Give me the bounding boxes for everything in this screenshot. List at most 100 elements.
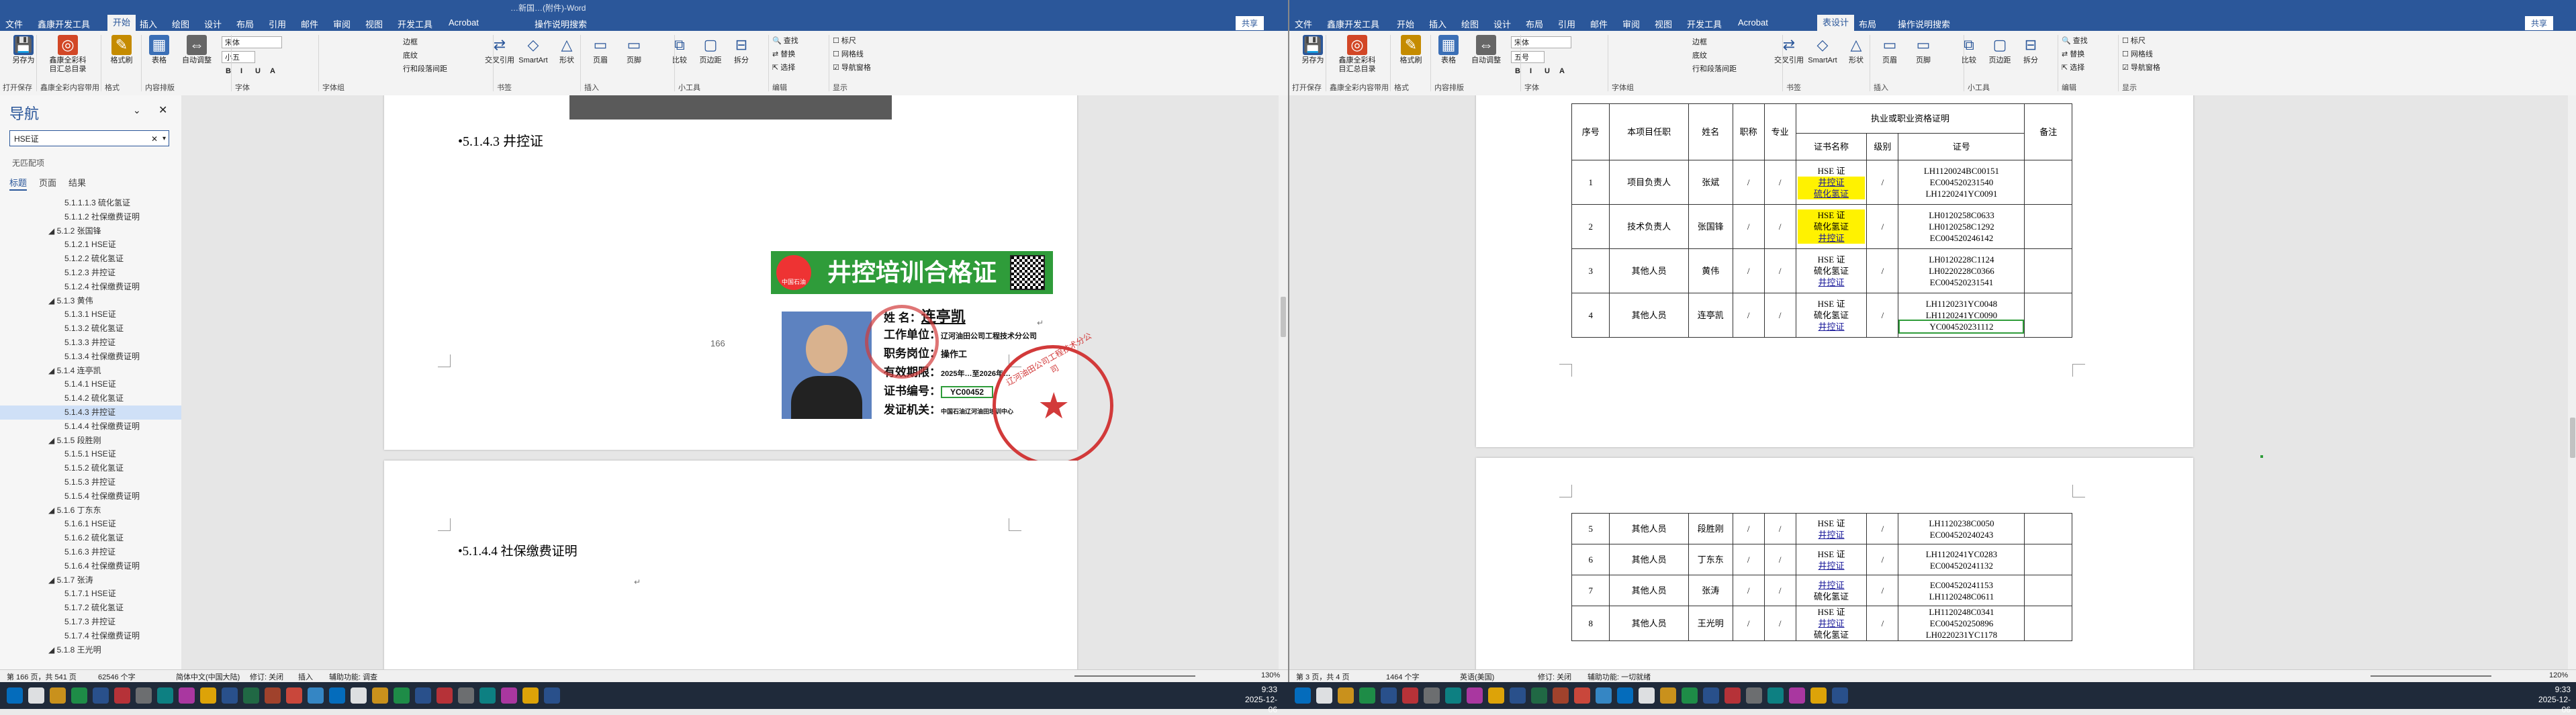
vertical-scrollbar[interactable] [2568, 95, 2576, 670]
ribbon-save-button[interactable]: 💾 另存为 [3, 35, 44, 65]
ribbon-brush-button[interactable]: ✎ 格式刷 [101, 35, 142, 65]
nav-search-input[interactable]: HSE证 ✕ ▾ [9, 130, 169, 146]
taskbar-app-icon[interactable] [308, 687, 324, 704]
insert-button-1[interactable]: ◇ SmartArt [517, 35, 549, 65]
taskbar-app-icon[interactable] [415, 687, 431, 704]
taskbar-app-icon[interactable] [1832, 687, 1848, 704]
taskbar-app-icon[interactable] [329, 687, 345, 704]
insert-button-2[interactable]: △ 形状 [551, 35, 583, 65]
tab-3[interactable]: 插入 [140, 17, 157, 30]
certificate-image[interactable]: 井控培训合格证 中国石油 姓 名：连亭凯 工作单位：辽河油田公司工程技术分公司 … [771, 251, 1113, 466]
edit-1[interactable]: ⇄ 替换 [772, 48, 795, 59]
status-words[interactable]: 1464 个字 [1386, 671, 1420, 682]
ribbon-color-wheel-button[interactable]: ◎ 鑫康全彩科目汇总目录 [47, 35, 89, 74]
insert-button-3[interactable]: ▭ 页眉 [1874, 35, 1906, 65]
taskbar-app-icon[interactable] [243, 687, 259, 704]
taskbar-app-icon[interactable] [1316, 687, 1332, 704]
nav-tree-item[interactable]: 5.1.6.1 HSE证 [0, 517, 181, 531]
nav-tree-item[interactable]: 5.1.6.2 硫化氢证 [0, 531, 181, 545]
ribbon-extra-1[interactable]: 底纹 [403, 50, 418, 60]
insert-button-0[interactable]: ⇄ 交叉引用 [1773, 35, 1805, 65]
status-language[interactable]: 简体中文(中国大陆) [176, 671, 240, 682]
format-u-icon[interactable]: U [255, 67, 261, 75]
nav-tree-item[interactable]: 5.1.3.4 社保缴费证明 [0, 350, 181, 364]
tab-10[interactable]: 视图 [1655, 17, 1672, 30]
tool-button-2[interactable]: ⊟ 拆分 [727, 35, 756, 65]
nav-tree-item[interactable]: ◢ 5.1.6 丁东东 [0, 504, 181, 518]
taskbar-app-icon[interactable] [1703, 687, 1719, 704]
status-page[interactable]: 第 3 页，共 4 页 [1296, 671, 1349, 682]
collapse-triangle-icon[interactable]: ◢ [48, 296, 57, 305]
taskbar-app-icon[interactable] [1574, 687, 1590, 704]
status-track-changes[interactable]: 修订: 关闭 [250, 671, 283, 682]
scroll-thumb[interactable] [1281, 297, 1286, 337]
nav-tree-item[interactable]: ◢ 5.1.5 段胜刚 [0, 434, 181, 448]
ribbon-extra-0[interactable]: 边框 [1692, 36, 1707, 47]
taskbar-app-icon[interactable] [1381, 687, 1397, 704]
nav-tree-item[interactable]: 5.1.5.2 硫化氢证 [0, 461, 181, 475]
font-size-box[interactable]: 五号 [1511, 51, 1545, 63]
share-button[interactable]: 共享 [1235, 16, 1264, 30]
collapse-triangle-icon[interactable]: ◢ [48, 436, 57, 445]
nav-tree-item[interactable]: ◢ 5.1.2 张国锋 [0, 224, 181, 238]
nav-tree-item[interactable]: 5.1.7.3 井控证 [0, 615, 181, 629]
format-a-icon[interactable]: A [270, 67, 275, 75]
taskbar-app-icon[interactable] [1295, 687, 1311, 704]
tab-6[interactable]: 布局 [1526, 17, 1543, 30]
vertical-scrollbar[interactable] [1279, 95, 1288, 670]
taskbar-app-icon[interactable] [372, 687, 388, 704]
tool-button-0[interactable]: ⧉ 比较 [1954, 35, 1984, 65]
taskbar-app-icon[interactable] [544, 687, 560, 704]
status-accessibility[interactable]: 辅助功能: 调查 [329, 671, 377, 682]
taskbar-app-icon[interactable] [200, 687, 216, 704]
nav-tree-item[interactable]: 5.1.7.1 HSE证 [0, 587, 181, 601]
view-checkbox-2[interactable]: ☑ 导航窗格 [833, 62, 871, 73]
insert-button-1[interactable]: ◇ SmartArt [1806, 35, 1839, 65]
edit-0[interactable]: 🔍 查找 [2062, 35, 2088, 46]
tab-4[interactable]: 绘图 [172, 17, 189, 30]
view-checkbox-0[interactable]: ☐ 标尺 [2122, 35, 2146, 46]
taskbar-app-icon[interactable] [179, 687, 195, 704]
tab-1[interactable]: 鑫康开发工具 [1327, 17, 1379, 30]
nav-tree-item[interactable]: 5.1.6.4 社保缴费证明 [0, 559, 181, 573]
tell-me-search[interactable]: 操作说明搜索 [535, 17, 587, 30]
taskbar-app-icon[interactable] [1531, 687, 1547, 704]
nav-tree-item[interactable]: 5.1.2.2 硫化氢证 [0, 252, 181, 266]
taskbar-app-icon[interactable] [501, 687, 517, 704]
status-zoom[interactable]: 120% [2549, 671, 2568, 679]
tab-2[interactable]: 开始 [107, 15, 136, 31]
taskbar-app-icon[interactable] [7, 687, 23, 704]
nav-tab-2[interactable]: 结果 [68, 178, 86, 188]
tab-0[interactable]: 文件 [5, 17, 23, 30]
taskbar-app-icon[interactable] [1789, 687, 1805, 704]
status-track-changes[interactable]: 修订: 关闭 [1538, 671, 1571, 682]
tab-12[interactable]: Acrobat [449, 17, 479, 28]
format-a-icon[interactable]: A [1559, 67, 1565, 75]
taskbar-app-icon[interactable] [286, 687, 302, 704]
taskbar-app-icon[interactable] [522, 687, 539, 704]
taskbar-app-icon[interactable] [265, 687, 281, 704]
taskbar-app-icon[interactable] [1682, 687, 1698, 704]
tab-13[interactable]: 表设计 [1817, 15, 1855, 31]
ribbon-table-button[interactable]: ▦ 表格 [1428, 35, 1469, 65]
nav-tree-item[interactable]: 5.1.4.2 硫化氢证 [0, 391, 181, 406]
taskbar-app-icon[interactable] [1359, 687, 1375, 704]
edit-1[interactable]: ⇄ 替换 [2062, 48, 2084, 59]
ribbon-extra-0[interactable]: 边框 [403, 36, 418, 47]
status-page[interactable]: 第 166 页，共 541 页 [7, 671, 77, 682]
tab-11[interactable]: 开发工具 [398, 17, 432, 30]
taskbar-app-icon[interactable] [1445, 687, 1461, 704]
taskbar-app-icon[interactable] [1724, 687, 1741, 704]
tab-5[interactable]: 设计 [1493, 17, 1511, 30]
collapse-triangle-icon[interactable]: ◢ [48, 575, 57, 585]
insert-button-3[interactable]: ▭ 页眉 [584, 35, 616, 65]
ribbon-extra-2[interactable]: 行和段落间距 [403, 63, 447, 74]
ribbon-extra-1[interactable]: 底纹 [1692, 50, 1707, 60]
nav-tree-item[interactable]: 5.1.3.2 硫化氢证 [0, 322, 181, 336]
taskbar-app-icon[interactable] [1402, 687, 1418, 704]
tab-8[interactable]: 邮件 [1590, 17, 1608, 30]
status-accessibility[interactable]: 辅助功能: 一切就绪 [1588, 671, 1651, 682]
taskbar-app-icon[interactable] [1338, 687, 1354, 704]
status-insert[interactable]: 插入 [298, 671, 313, 682]
nav-tree-item[interactable]: ◢ 5.1.7 张涛 [0, 573, 181, 587]
